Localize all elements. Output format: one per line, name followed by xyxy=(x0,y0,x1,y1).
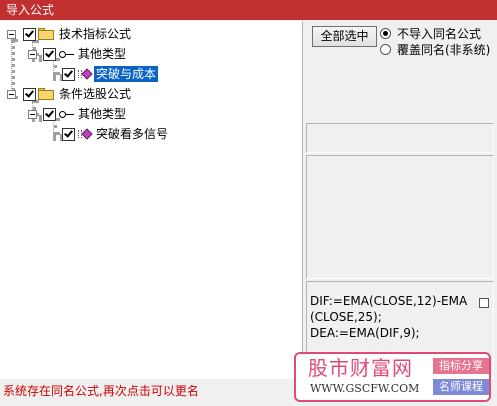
tree-node-technical-indicators[interactable]: 技术指标公式 xyxy=(0,26,200,42)
folder-icon xyxy=(38,88,54,100)
formula-line: DEA:=EMA(DIF,9); xyxy=(310,326,420,340)
tree-node-other-types[interactable]: 其他类型 xyxy=(0,46,200,62)
tree-node-label: 其他类型 xyxy=(78,107,127,121)
select-all-button[interactable]: 全部选中 xyxy=(312,26,377,47)
tree-node-label: 技术指标公式 xyxy=(59,27,132,41)
info-panel xyxy=(306,123,494,153)
tree-node-label: 条件选股公式 xyxy=(59,87,132,101)
status-message: 系统存在同名公式,再次点击可以更名 xyxy=(3,384,199,398)
tree-checkbox[interactable] xyxy=(43,48,56,61)
title-bar[interactable]: 导入公式 xyxy=(0,0,497,20)
tree-checkbox[interactable] xyxy=(62,68,75,81)
collapse-toggle-icon[interactable] xyxy=(28,50,37,59)
tree-node-breakout-cost[interactable]: 突破与成本 xyxy=(0,66,200,82)
formula-gem-icon xyxy=(78,128,93,140)
collapse-toggle-icon[interactable] xyxy=(7,30,16,39)
watermark-title: 股市财富网 xyxy=(308,356,413,380)
options-spacer xyxy=(306,63,494,123)
import-formula-dialog: 导入公式 技术指标公式 其他类型 突破与成本 条件选股公式 其他类型 突破看多信… xyxy=(0,0,497,406)
radio-button[interactable] xyxy=(380,44,391,55)
radio-label: 不导入同名公式 xyxy=(397,27,482,41)
radio-label: 覆盖同名(非系统) xyxy=(397,43,491,57)
tree-node-label: 突破看多信号 xyxy=(96,127,169,141)
key-icon xyxy=(59,111,75,119)
watermark-tag: 指标分享 xyxy=(433,358,489,374)
formula-gem-icon xyxy=(78,68,93,80)
description-panel xyxy=(306,155,494,279)
formula-line: (CLOSE,25); xyxy=(310,310,382,324)
options-pane: 全部选中 不导入同名公式 覆盖同名(非系统) DIF:=EMA(CLOSE,12… xyxy=(304,21,497,379)
tree-node-label: 其他类型 xyxy=(78,47,127,61)
tree-checkbox[interactable] xyxy=(23,28,36,41)
preview-checkbox[interactable] xyxy=(479,298,489,308)
tree-node-stock-screening[interactable]: 条件选股公式 xyxy=(0,86,200,102)
watermark-tag: 名师课程 xyxy=(433,379,489,395)
tree-checkbox[interactable] xyxy=(23,88,36,101)
radio-button[interactable] xyxy=(380,28,391,39)
collapse-toggle-icon[interactable] xyxy=(28,110,37,119)
formula-line: DIF:=EMA(CLOSE,12)-EMA xyxy=(310,294,468,308)
watermark-logo: 股市财富网 WWW.GSCFW.COM 指标分享 名师课程 xyxy=(294,352,491,402)
folder-icon xyxy=(38,28,54,40)
status-bar: 系统存在同名公式,再次点击可以更名 xyxy=(0,380,300,402)
tree-checkbox[interactable] xyxy=(43,108,56,121)
collapse-toggle-icon[interactable] xyxy=(7,90,16,99)
watermark-url: WWW.GSCFW.COM xyxy=(310,382,420,395)
window-title: 导入公式 xyxy=(6,3,55,17)
tree-node-breakout-bullish[interactable]: 突破看多信号 xyxy=(0,126,200,142)
tree-checkbox[interactable] xyxy=(62,128,75,141)
tree-node-label-selected: 突破与成本 xyxy=(94,66,159,82)
key-icon xyxy=(59,51,75,59)
tree-node-other-types[interactable]: 其他类型 xyxy=(0,106,200,122)
formula-tree[interactable]: 技术指标公式 其他类型 突破与成本 条件选股公式 其他类型 突破看多信号 xyxy=(0,21,303,379)
formula-preview-text: DIF:=EMA(CLOSE,12)-EMA (CLOSE,25); DEA:=… xyxy=(310,293,470,341)
